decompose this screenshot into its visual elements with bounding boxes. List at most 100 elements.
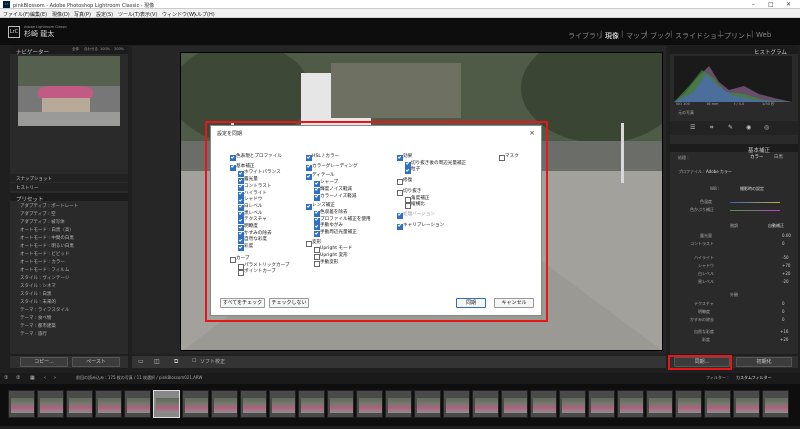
minimize-icon[interactable]: – xyxy=(752,1,755,8)
preset-item[interactable]: アダプティブ : 被写体 xyxy=(20,219,65,225)
slider-value[interactable]: -20 xyxy=(782,280,789,284)
filmstrip-thumb[interactable] xyxy=(530,390,557,418)
redeye-icon[interactable]: ◉ xyxy=(746,125,751,131)
before-after-icon[interactable]: ⧉ xyxy=(174,359,178,365)
filmstrip-thumb-active[interactable] xyxy=(153,390,180,418)
grid-icon[interactable]: ▦ xyxy=(30,376,35,381)
slider-value[interactable]: 0 xyxy=(782,242,785,246)
menu-view[interactable]: 表示(V) xyxy=(140,11,157,18)
preset-item[interactable]: スタイル : 未来的 xyxy=(20,299,56,305)
mask-icon[interactable]: ◎ xyxy=(764,125,769,131)
filmstrip-thumb[interactable] xyxy=(675,390,702,418)
preset-item[interactable]: テーマ : 食べ物 xyxy=(20,315,51,321)
filmstrip-thumb[interactable] xyxy=(472,390,499,418)
profile-select[interactable]: Adobe カラー xyxy=(706,170,732,174)
filmstrip-thumb[interactable] xyxy=(559,390,586,418)
filmstrip-thumb[interactable] xyxy=(211,390,238,418)
paste-button[interactable]: ペースト xyxy=(72,357,120,367)
navigator-preview[interactable] xyxy=(18,56,120,126)
bw-button[interactable]: 白黒 xyxy=(774,155,783,161)
histogram-chart[interactable] xyxy=(674,56,792,102)
filmstrip-thumb[interactable] xyxy=(443,390,470,418)
preset-item[interactable]: アダプティブ : ポートレート xyxy=(20,203,78,209)
crop-icon[interactable]: ⌗ xyxy=(710,125,713,131)
temp-slider[interactable] xyxy=(730,202,780,203)
presence-value[interactable]: 0 xyxy=(782,310,785,314)
nav-zoom-100[interactable]: 100% xyxy=(100,47,110,52)
filmstrip-thumb[interactable] xyxy=(733,390,760,418)
menu-edit[interactable]: 編集(E) xyxy=(30,11,47,18)
filmstrip-thumb[interactable] xyxy=(646,390,673,418)
menu-settings[interactable]: 設定(S) xyxy=(96,11,113,18)
loupe-view-icon[interactable]: ▭ xyxy=(138,359,144,365)
filmstrip-thumb[interactable] xyxy=(356,390,383,418)
compare-view-icon[interactable]: ◫ xyxy=(154,359,160,365)
filmstrip-thumb[interactable] xyxy=(298,390,325,418)
auto-button[interactable]: 自動補正 xyxy=(768,224,784,228)
filmstrip-thumb[interactable] xyxy=(327,390,354,418)
filmstrip-thumb[interactable] xyxy=(240,390,267,418)
slider-value[interactable]: 0.00 xyxy=(782,234,791,238)
filmstrip-thumb[interactable] xyxy=(414,390,441,418)
history-header[interactable]: ヒストリー xyxy=(10,183,128,191)
preset-item[interactable]: オートモード : ビビッド xyxy=(20,251,69,257)
original-photo-label[interactable]: 元の写真 xyxy=(678,111,694,115)
menu-develop[interactable]: 現像(D) xyxy=(52,11,70,18)
module-map[interactable]: マップ xyxy=(626,31,647,41)
filmstrip-thumb[interactable] xyxy=(66,390,93,418)
preset-item[interactable]: オートモード : カラー xyxy=(20,259,65,265)
preset-item[interactable]: オートモード : 中間の白黒 xyxy=(20,235,74,241)
menu-window[interactable]: ウィンドウ(W) xyxy=(162,11,196,18)
filmstrip-thumb[interactable] xyxy=(385,390,412,418)
heal-icon[interactable]: ✎ xyxy=(728,125,733,131)
preset-item[interactable]: テーマ : ライフスタイル xyxy=(20,307,69,313)
navigator-header[interactable]: ナビゲーター xyxy=(10,46,128,56)
presets-header[interactable]: プリセット xyxy=(10,193,128,203)
preset-item[interactable]: オートモード : 明るい白黒 xyxy=(20,243,74,249)
snapshots-header[interactable]: スナップショット xyxy=(10,174,128,182)
softproof-checkbox[interactable]: ☐ xyxy=(192,359,196,364)
nav-zoom-300[interactable]: 300% xyxy=(114,47,124,52)
copy-button[interactable]: コピー... xyxy=(20,357,68,367)
forward-icon[interactable]: › xyxy=(54,376,56,381)
edit-icon[interactable]: ☰ xyxy=(690,125,695,131)
filmstrip-thumb[interactable] xyxy=(8,390,35,418)
filmstrip-thumb[interactable] xyxy=(124,390,151,418)
filmstrip-thumb[interactable] xyxy=(95,390,122,418)
filmstrip-info[interactable]: 前回の読み込み : 175 枚の写真 / 11 枚選択 / pinkBlosso… xyxy=(76,376,202,380)
preset-item[interactable]: アダプティブ : 空 xyxy=(20,211,56,217)
module-print[interactable]: プリント xyxy=(724,31,752,41)
preset-item[interactable]: スタイル : シネマ xyxy=(20,283,56,289)
preset-item[interactable]: オートモード : フィルム xyxy=(20,267,69,273)
filmstrip-thumb[interactable] xyxy=(617,390,644,418)
back-icon[interactable]: ‹ xyxy=(44,376,46,381)
color-button[interactable]: カラー xyxy=(750,155,764,161)
preset-item[interactable]: スタイル : 白黒 xyxy=(20,291,51,297)
histogram-header[interactable]: ヒストグラム xyxy=(670,46,798,56)
basic-header[interactable]: 基本補正 xyxy=(670,144,798,154)
screen1-icon[interactable]: ① xyxy=(4,376,8,381)
menu-file[interactable]: ファイル(F) xyxy=(3,11,30,18)
slider-value[interactable]: +20 xyxy=(782,272,790,276)
nav-zoom-fit[interactable]: 全体 xyxy=(72,47,79,52)
preset-item[interactable]: スタイル : ヴィンテージ xyxy=(20,275,69,281)
presence-value[interactable]: +16 xyxy=(780,330,788,334)
maximize-icon[interactable]: □ xyxy=(768,1,774,8)
filmstrip-thumb[interactable] xyxy=(704,390,731,418)
menu-help[interactable]: ヘルプ(H) xyxy=(192,11,215,18)
filmstrip-thumb[interactable] xyxy=(37,390,64,418)
nav-zoom-fill[interactable]: 合わせる xyxy=(84,47,98,52)
screen2-icon[interactable]: ② xyxy=(16,376,20,381)
module-book[interactable]: ブック xyxy=(650,31,671,41)
presence-value[interactable]: +20 xyxy=(780,338,788,342)
close-icon[interactable]: ✕ xyxy=(786,1,791,8)
menu-tools[interactable]: ツール(T) xyxy=(118,11,140,18)
wb-select[interactable]: 撮影時の設定 xyxy=(740,187,764,191)
module-library[interactable]: ライブラリ xyxy=(568,31,603,41)
module-develop[interactable]: 現像 xyxy=(605,31,619,41)
preset-item[interactable]: テーマ : 都市建築 xyxy=(20,323,56,329)
filmstrip-thumb[interactable] xyxy=(182,390,209,418)
slider-value[interactable]: -50 xyxy=(782,256,789,260)
filmstrip-thumb[interactable] xyxy=(588,390,615,418)
module-web[interactable]: Web xyxy=(756,31,771,39)
